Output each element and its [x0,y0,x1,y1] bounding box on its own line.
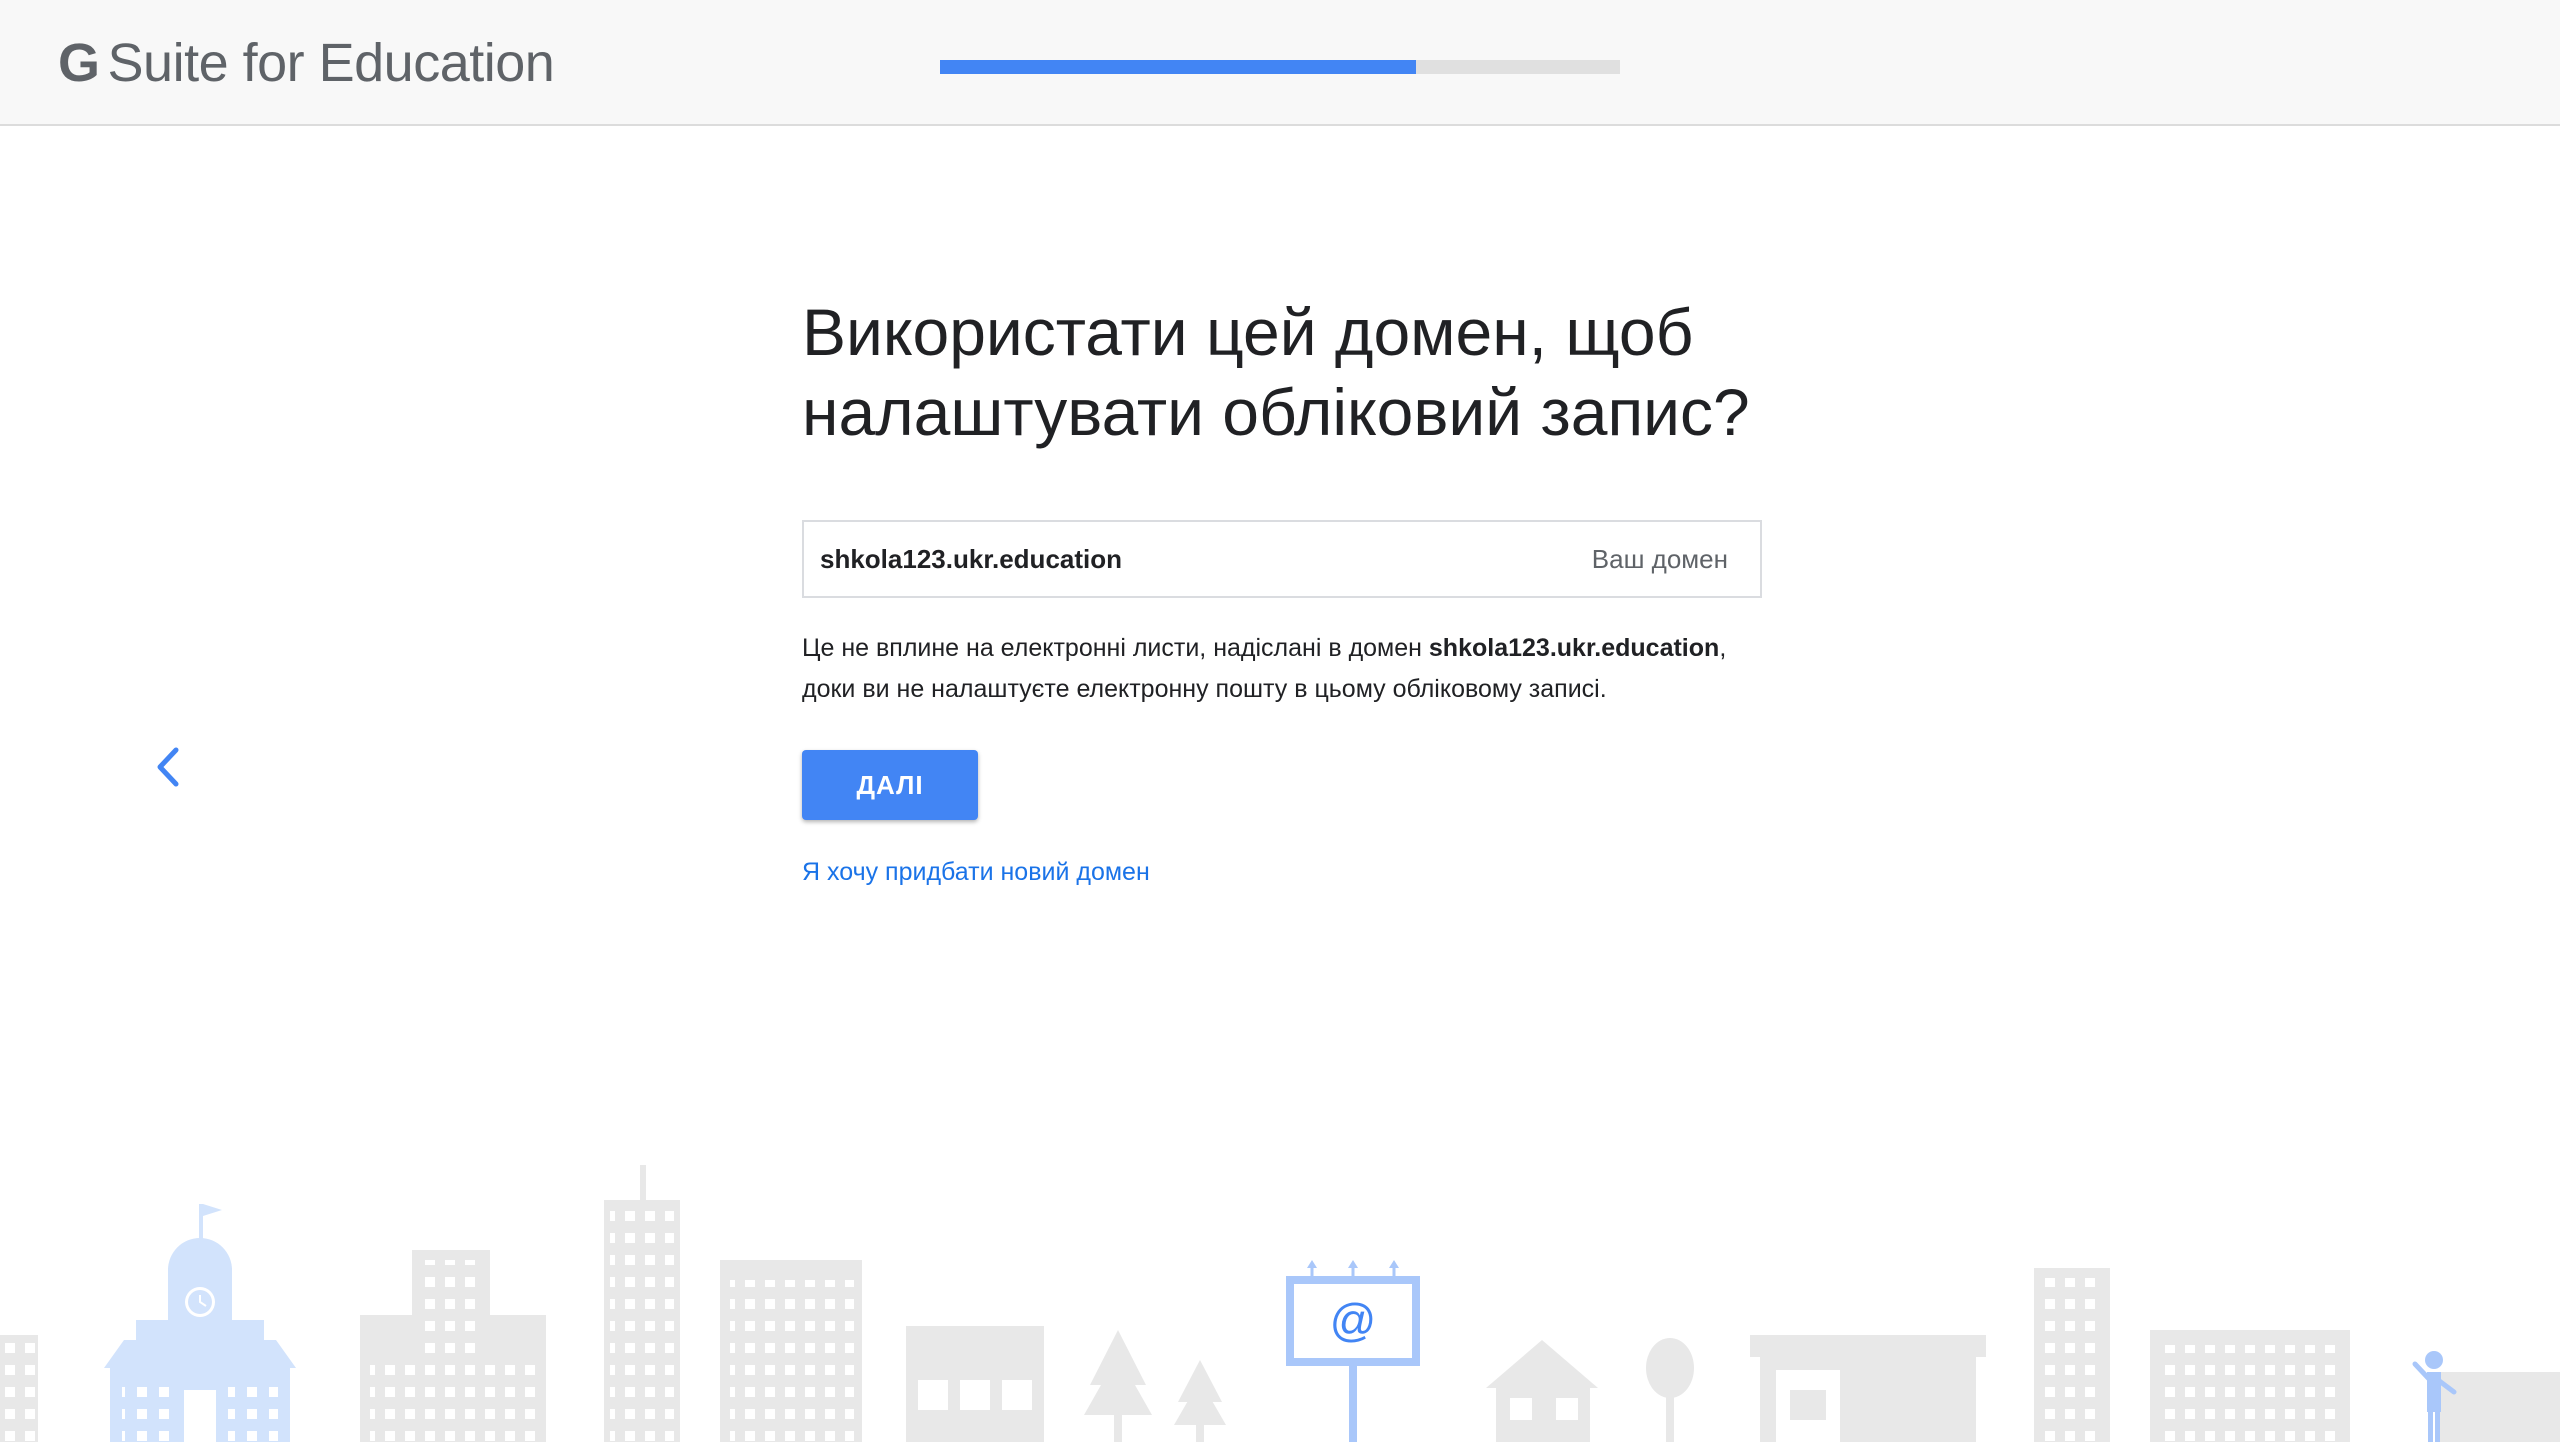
city-illustration: @ [0,1165,2560,1442]
next-button[interactable]: ДАЛІ [802,750,978,820]
main-content: Використати цей домен, щоб налаштувати о… [802,292,1762,887]
logo-text: Suite for Education [107,33,555,93]
domain-field[interactable]: Ваш домен [802,520,1762,598]
billboard-at-symbol: @ [1330,1294,1377,1346]
progress-bar-fill [940,60,1416,74]
page: G Suite for Education Використати цей до… [0,0,2560,1442]
domain-input[interactable] [804,523,1522,595]
logo-g: G [58,33,100,93]
buy-new-domain-link[interactable]: Я хочу придбати новий домен [802,858,1150,887]
note-text-before: Це не вплине на електронні листи, надісл… [802,634,1429,662]
domain-suffix-label: Ваш домен [1591,544,1728,574]
progress-bar [940,60,1620,74]
info-note: Це не вплине на електронні листи, надісл… [802,628,1762,710]
back-button[interactable] [148,742,188,792]
note-domain: shkola123.ukr.education [1428,634,1720,662]
page-title: Використати цей домен, щоб налаштувати о… [802,295,1750,449]
chevron-left-icon [157,747,179,787]
gsuite-logo: G Suite for Education [58,30,555,96]
header: G Suite for Education [0,0,2560,126]
